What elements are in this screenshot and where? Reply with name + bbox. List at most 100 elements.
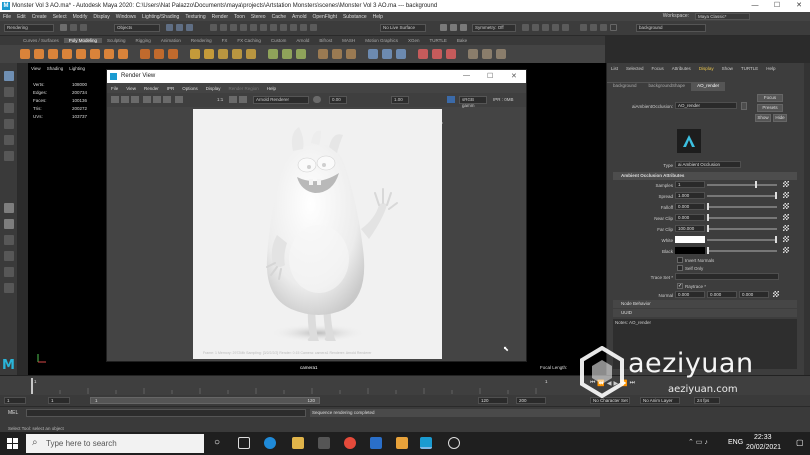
lasso-tool-icon[interactable]	[4, 87, 14, 97]
snap-vertex-icon[interactable]	[270, 24, 277, 31]
file-explorer-icon[interactable]	[292, 437, 304, 449]
animation-start-field[interactable]: 1	[4, 397, 26, 404]
shelf-tab-fx-caching[interactable]: FX Caching	[232, 38, 266, 43]
name-search-field[interactable]: background	[636, 24, 706, 32]
ae-tab-background[interactable]: background	[607, 82, 643, 91]
undo-icon[interactable]	[80, 24, 87, 31]
maya-taskbar-icon[interactable]	[420, 437, 432, 449]
normal-y-field[interactable]: 0.000	[707, 291, 737, 298]
snap-point-icon[interactable]	[230, 24, 237, 31]
clock-date[interactable]: 20/02/2021	[746, 444, 781, 451]
attribute-editor-toggle-icon[interactable]	[580, 24, 587, 31]
cortana-icon[interactable]: ○	[214, 437, 220, 448]
tool-settings-toggle-icon[interactable]	[590, 24, 597, 31]
near-clip-map-button[interactable]	[783, 214, 789, 220]
snap-edge-icon[interactable]	[290, 24, 297, 31]
task-view-icon[interactable]	[238, 437, 250, 449]
paint-select-tool-icon[interactable]	[4, 103, 14, 113]
shelf-tab-custom[interactable]: Custom	[266, 38, 292, 43]
black-map-button[interactable]	[783, 247, 789, 253]
rv-menu-display[interactable]: Display	[202, 86, 225, 91]
focus-button[interactable]: Focus	[757, 94, 783, 102]
menu-edit[interactable]: Edit	[14, 14, 29, 20]
presets-button[interactable]: Presets	[757, 104, 783, 112]
command-input[interactable]	[26, 409, 306, 417]
menu-openflight[interactable]: OpenFlight	[310, 14, 340, 20]
normal-z-field[interactable]: 0.000	[739, 291, 769, 298]
planar-uv-icon[interactable]	[368, 49, 378, 59]
white-color-swatch[interactable]	[675, 236, 705, 243]
menu-toon[interactable]: Toon	[231, 14, 248, 20]
viewport-menu-view[interactable]: View	[28, 66, 44, 75]
ae-menu-help[interactable]: Help	[762, 66, 779, 75]
rv-menu-file[interactable]: File	[107, 86, 122, 91]
viewport-menu-lighting[interactable]: Lighting	[66, 66, 88, 75]
normal-x-field[interactable]: 0.000	[675, 291, 705, 298]
edge-browser-icon[interactable]	[264, 437, 276, 449]
four-pane-layout-icon[interactable]	[4, 219, 14, 229]
far-clip-slider[interactable]	[707, 228, 777, 230]
falloff-map-button[interactable]	[783, 203, 789, 209]
select-by-hierarchy-icon[interactable]	[166, 24, 173, 31]
shelf-tab-turtle[interactable]: TURTLE	[424, 38, 451, 43]
rv-menu-options[interactable]: Options	[178, 86, 202, 91]
samples-map-button[interactable]	[783, 181, 789, 187]
menu-stereo[interactable]: Stereo	[248, 14, 269, 20]
menu-modify[interactable]: Modify	[70, 14, 91, 20]
menu-display[interactable]: Display	[90, 14, 112, 20]
samples-field[interactable]: 1	[675, 181, 705, 188]
samples-slider[interactable]	[707, 184, 777, 186]
snap-grid-icon[interactable]	[210, 24, 217, 31]
ae-menu-focus[interactable]: Focus	[648, 66, 668, 75]
black-slider-handle[interactable]	[707, 247, 709, 254]
rendered-image[interactable]: Frame: 1 Memory: 2972Mb Sampling: [3/2/2…	[193, 109, 442, 359]
render-view-maximize-button[interactable]: ☐	[487, 72, 493, 80]
menu-help[interactable]: Help	[370, 14, 386, 20]
select-by-object-icon[interactable]	[176, 24, 183, 31]
target-weld-icon[interactable]	[282, 49, 292, 59]
black-slider[interactable]	[707, 250, 777, 252]
shelf-tab-arnold[interactable]: Arnold	[291, 38, 314, 43]
mail-icon[interactable]	[370, 437, 382, 449]
collapse-icon[interactable]	[346, 49, 356, 59]
ambient-occlusion-section-header[interactable]: Ambient Occlusion Attributes	[613, 172, 797, 180]
hypershade-icon[interactable]	[552, 24, 559, 31]
white-slider[interactable]	[707, 239, 777, 241]
invert-normals-checkbox[interactable]	[677, 257, 683, 263]
view-transform-dropdown[interactable]: sRGB gamm	[459, 96, 487, 108]
outliner-layout-icon[interactable]	[4, 251, 14, 261]
remove-image-icon[interactable]	[239, 96, 247, 103]
uuid-section-header[interactable]: UUID	[613, 309, 797, 317]
refresh-icon[interactable]	[131, 96, 139, 103]
spread-field[interactable]: 1.000	[675, 192, 705, 199]
hypershade-layout-icon[interactable]	[4, 283, 14, 293]
zoom-ratio-label[interactable]: 1:1	[217, 97, 223, 102]
layout-icon[interactable]	[4, 235, 14, 245]
self-only-checkbox[interactable]	[677, 265, 683, 271]
node-behavior-section-header[interactable]: Node Behavior	[613, 300, 797, 308]
ae-tab-backgroundshape[interactable]: backgroundShape	[642, 82, 692, 91]
near-clip-slider-handle[interactable]	[707, 214, 709, 221]
poly-cone-icon[interactable]	[62, 49, 72, 59]
shelf-tab-poly-modeling[interactable]: Poly Modeling	[63, 38, 103, 43]
keep-image-icon[interactable]	[229, 96, 237, 103]
trace-set-field[interactable]	[675, 273, 779, 280]
rv-menu-ipr[interactable]: IPR	[163, 86, 179, 91]
shelf-tab-motion-graphics[interactable]: Motion Graphics	[360, 38, 403, 43]
animation-end-field[interactable]: 200	[516, 397, 546, 404]
select-node-icon[interactable]	[741, 102, 747, 110]
menu-texturing[interactable]: Texturing	[182, 14, 208, 20]
snap-magnet-icon[interactable]	[260, 24, 267, 31]
render-icon[interactable]	[440, 24, 447, 31]
uv-editor-icon[interactable]	[396, 49, 406, 59]
color-management-icon[interactable]	[447, 96, 455, 103]
snap-view-icon[interactable]	[240, 24, 247, 31]
rv-menu-render[interactable]: Render	[140, 86, 163, 91]
ipr-icon[interactable]	[121, 96, 129, 103]
shelf-tab-mash[interactable]: MASH	[337, 38, 360, 43]
samples-slider-handle[interactable]	[755, 181, 757, 188]
graph-layout-icon[interactable]	[4, 267, 14, 277]
folder-icon[interactable]	[396, 437, 408, 449]
spread-slider-handle[interactable]	[775, 192, 777, 199]
render-view-minimize-button[interactable]: —	[463, 72, 470, 79]
